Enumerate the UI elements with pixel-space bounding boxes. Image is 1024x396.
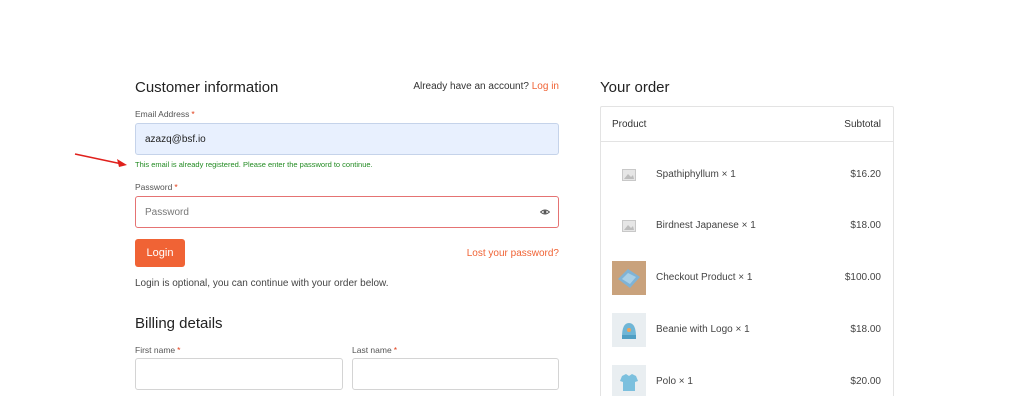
subtotal-column-header: Subtotal [844,119,881,130]
order-item: Spathiphyllum × 1 $16.20 [601,155,893,195]
placeholder-image-icon [612,209,646,243]
last-name-label: Last name * [352,345,397,355]
email-value: azazq@bsf.io [145,133,206,145]
required-mark: * [191,109,195,119]
order-item: Beanie with Logo × 1 $18.00 [601,310,893,350]
required-mark: * [177,345,181,355]
billing-details-title: Billing details [135,315,223,332]
required-mark: * [174,182,178,192]
order-item: Birdnest Japanese × 1 $18.00 [601,206,893,246]
login-button[interactable]: Login [135,239,185,267]
placeholder-image-icon [612,158,646,192]
order-item-name: Birdnest Japanese × 1 [656,220,756,231]
eye-icon[interactable] [540,207,550,217]
login-link[interactable]: Log in [532,81,559,92]
order-item-name: Beanie with Logo × 1 [656,324,750,335]
order-item-price: $18.00 [850,220,881,231]
email-registered-message: This email is already registered. Please… [135,160,373,169]
order-item-price: $16.20 [850,169,881,180]
order-item-price: $20.00 [850,376,881,387]
email-field[interactable]: azazq@bsf.io [135,123,559,155]
order-item-name: Spathiphyllum × 1 [656,169,736,180]
account-prompt: Already have an account? Log in [413,81,559,92]
customer-info-title: Customer information [135,79,279,96]
your-order-title: Your order [600,79,670,96]
polo-photo [612,365,646,396]
order-item-price: $18.00 [850,324,881,335]
order-item-price: $100.00 [844,272,881,283]
order-table: Product Subtotal Spathiphyllum × 1 $16.2… [600,106,894,396]
order-table-header: Product Subtotal [601,107,893,142]
account-prompt-text: Already have an account? [413,81,529,92]
first-name-label-text: First name [135,345,176,355]
product-photo [612,261,646,295]
order-item-name: Polo × 1 [656,376,693,387]
order-item: Polo × 1 $20.00 [601,362,893,396]
annotation-arrow [74,153,127,167]
order-item: Checkout Product × 1 $100.00 [601,258,893,298]
email-label: Email Address * [135,109,195,119]
product-column-header: Product [612,119,647,130]
password-field[interactable]: Password [135,196,559,228]
email-label-text: Email Address [135,109,190,119]
first-name-label: First name * [135,345,180,355]
order-item-name: Checkout Product × 1 [656,272,753,283]
password-label: Password * [135,182,178,192]
lost-password-link[interactable]: Lost your password? [467,248,559,259]
login-optional-note: Login is optional, you can continue with… [135,278,389,289]
password-placeholder: Password [145,206,189,218]
first-name-field[interactable] [135,358,343,390]
required-mark: * [393,345,398,355]
last-name-label-text: Last name [352,345,392,355]
last-name-field[interactable] [352,358,559,390]
password-label-text: Password [135,182,173,192]
beanie-photo [612,313,646,347]
